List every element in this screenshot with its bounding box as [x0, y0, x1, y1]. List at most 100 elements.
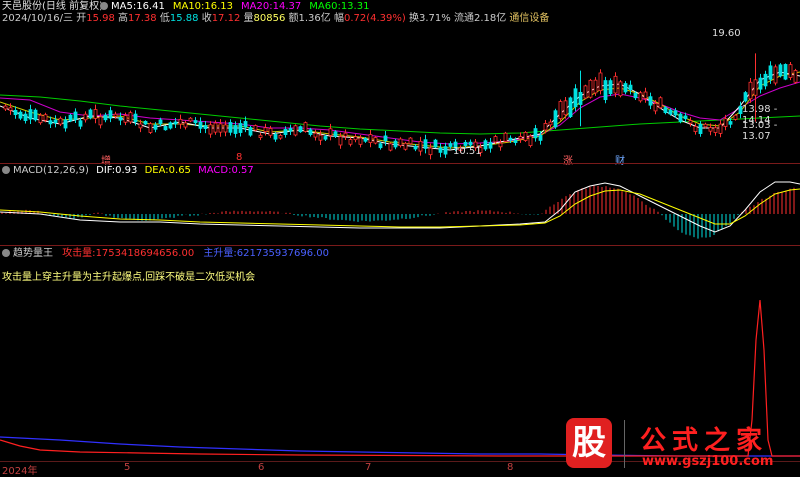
kline-chart[interactable] [0, 0, 800, 474]
time-label-year: 2024年 [2, 466, 38, 477]
candle-body [248, 127, 253, 136]
watermark-title: 公式之家 [640, 426, 769, 456]
candle-body [438, 147, 443, 153]
candle-body [333, 131, 338, 137]
candle-body [118, 117, 123, 121]
candle-body [33, 109, 38, 121]
candle-body [378, 143, 383, 149]
candle-body [688, 120, 693, 124]
candle-body [243, 121, 248, 128]
candle-body [648, 96, 653, 106]
candle-body [293, 125, 298, 136]
dea-line [0, 188, 800, 228]
candle-body [368, 134, 373, 143]
candle-body [18, 111, 23, 119]
candle-body [233, 125, 238, 134]
candle-body [43, 114, 48, 121]
candle-body [178, 118, 183, 125]
candle-body [223, 124, 228, 133]
candle-body [683, 115, 688, 120]
dif-label: DIF: [96, 165, 116, 176]
candle-body [308, 129, 313, 135]
candle-body [338, 136, 343, 146]
indicator-hint: 攻击量上穿主升量为主升起爆点,回踩不破是二次低买机会 [2, 272, 256, 283]
candle-body [163, 126, 168, 131]
candle-body [623, 83, 628, 93]
candle-body [758, 77, 763, 90]
time-label-5: 5 [124, 462, 131, 473]
candle-body [28, 109, 33, 120]
macd-histogram [1, 185, 795, 239]
candle-body [693, 125, 698, 133]
candle-body [583, 85, 588, 99]
candle-body [413, 145, 418, 150]
candle-body [778, 64, 783, 77]
candle-body [98, 116, 103, 126]
candle-body [388, 143, 393, 151]
candle-body [603, 80, 608, 101]
candle-body [303, 122, 308, 132]
candle-body [518, 136, 523, 140]
low-price-marker: 10.51 [453, 146, 482, 157]
candle-body [298, 126, 303, 133]
event-marker-zhang[interactable]: 涨 [563, 152, 573, 167]
candle-body [718, 123, 723, 134]
pane-separator-1[interactable] [0, 163, 800, 164]
candle-body [733, 114, 738, 120]
macd-label: MACD: [198, 165, 232, 176]
candle-body [3, 105, 8, 110]
candle-body [643, 91, 648, 99]
candle-body [398, 138, 403, 147]
candle-body [263, 127, 268, 132]
time-label-6: 6 [258, 462, 265, 473]
ma10-line [0, 71, 800, 149]
candle-body [403, 142, 408, 150]
candle-body [573, 88, 578, 108]
candle-body [108, 110, 113, 119]
candle-body [793, 70, 798, 83]
candle-body [713, 127, 718, 133]
candle-body [168, 122, 173, 129]
macd-legend: MACD(12,26,9) DIF:0.93 DEA:0.65 MACD:0.5… [2, 165, 254, 177]
candle-body [143, 120, 148, 125]
candle-body [743, 92, 748, 102]
candle-body [258, 134, 263, 138]
attack-label: 攻击量: [62, 248, 96, 259]
candle-body [123, 115, 128, 123]
candle-body [183, 122, 188, 128]
candle-body [88, 109, 93, 119]
candle-body [443, 146, 448, 155]
candle-body [53, 119, 58, 124]
event-marker-8[interactable]: 8 [236, 152, 242, 163]
candle-body [548, 121, 553, 126]
candle-body [363, 138, 368, 142]
candle-body [493, 136, 498, 143]
candle-body [343, 132, 348, 137]
candle-body [138, 123, 143, 129]
candle-body [433, 139, 438, 148]
candle-body [773, 66, 778, 84]
macd-settings-icon[interactable] [2, 166, 10, 174]
candle-body [468, 141, 473, 146]
time-label-7: 7 [365, 462, 372, 473]
candle-body [608, 80, 613, 95]
candle-body [78, 120, 83, 127]
candle-body [558, 101, 563, 119]
indicator-settings-icon[interactable] [2, 249, 10, 257]
event-marker-cai[interactable]: 财 [615, 152, 625, 167]
macd-title: MACD(12,26,9) [13, 165, 89, 176]
indicator-title: 趋势量王 [13, 248, 53, 259]
candle-body [38, 114, 43, 124]
candle-body [348, 139, 353, 145]
candle-body [63, 119, 68, 129]
macd-value: 0.57 [231, 165, 254, 176]
pane-separator-2[interactable] [0, 245, 800, 246]
dea-label: DEA: [144, 165, 169, 176]
watermark: 股 公式之家 www.gszj100.com [560, 418, 800, 474]
candle-body [503, 132, 508, 142]
main-rise-label: 主升量: [203, 248, 237, 259]
candle-body [238, 123, 243, 133]
candle-body [8, 107, 13, 111]
candle-body [83, 113, 88, 121]
candle-body [673, 110, 678, 116]
